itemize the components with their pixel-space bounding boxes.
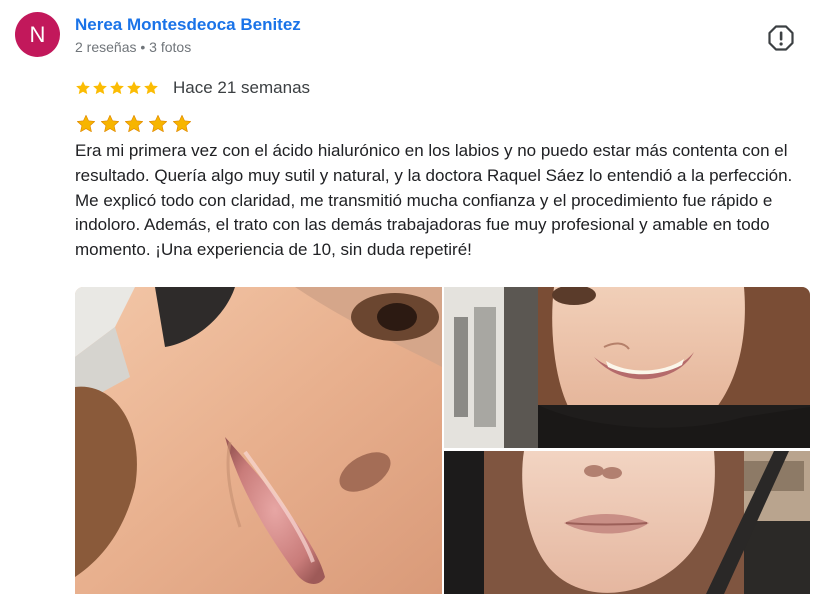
- rating-row: Hace 21 semanas: [75, 77, 310, 99]
- star-icon: [76, 81, 90, 95]
- photo-car-selfie-image: [444, 451, 810, 594]
- report-flag-icon: [768, 25, 794, 51]
- star-emoji-icon: [101, 114, 119, 132]
- star-emoji-icon: [149, 114, 167, 132]
- review-photo-lips-closeup[interactable]: [75, 287, 442, 594]
- photo-lips-closeup-image: [75, 287, 442, 594]
- star-icon: [93, 81, 107, 95]
- star-icon: [127, 81, 141, 95]
- star-icon: [110, 81, 124, 95]
- review-time-ago: Hace 21 semanas: [173, 78, 311, 97]
- star-icon: [144, 81, 158, 95]
- review-photo-smile[interactable]: [444, 287, 810, 448]
- photo-smile-image: [444, 287, 810, 448]
- star-emoji-icon: [125, 114, 143, 132]
- emoji-star-rating: [76, 114, 192, 134]
- star-emoji-icon: [77, 114, 95, 132]
- reviewer-avatar[interactable]: N: [15, 12, 60, 57]
- avatar-initial: N: [29, 21, 46, 47]
- reviewer-name-link[interactable]: Nerea Montesdeoca Benitez: [75, 15, 301, 35]
- review-text: Era mi primera vez con el ácido hialurón…: [75, 141, 793, 260]
- report-review-button[interactable]: [764, 22, 798, 54]
- reviewer-meta: 2 reseñas • 3 fotos: [75, 39, 192, 55]
- star-rating: [75, 80, 159, 96]
- review-photo-car-selfie[interactable]: [444, 451, 810, 594]
- star-emoji-icon: [173, 114, 191, 132]
